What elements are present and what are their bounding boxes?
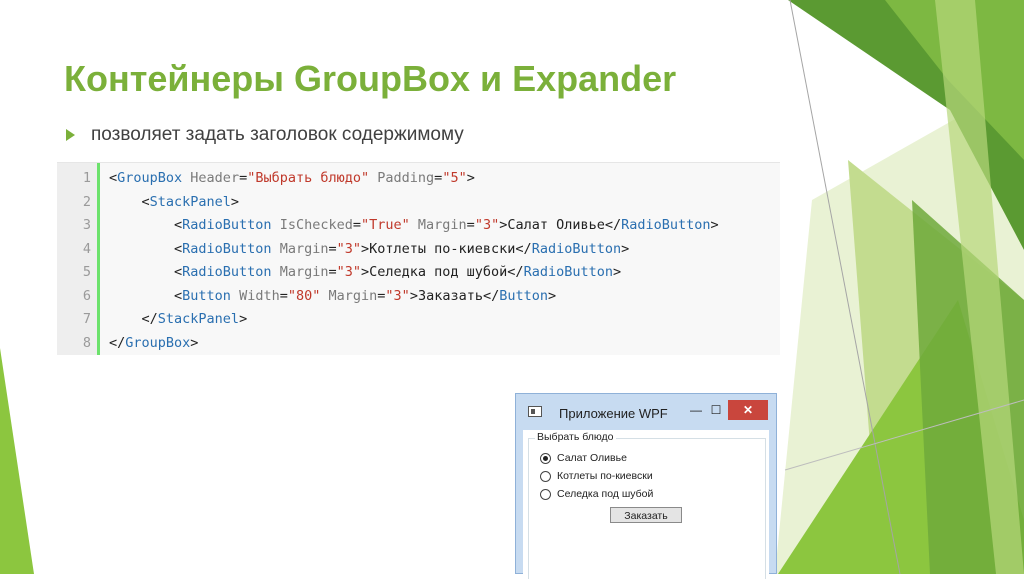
bullet-text: позволяет задать заголовок содержимому xyxy=(91,124,464,145)
window-titlebar[interactable]: Приложение WPF — ☐ ✕ xyxy=(516,394,776,430)
code-text: <Button Width="80" Margin="3">Заказать</… xyxy=(109,287,557,304)
line-number: 7 xyxy=(82,311,91,327)
code-line: 8 </GroupBox> xyxy=(57,332,780,356)
radio-label: Селедка под шубой xyxy=(557,488,654,500)
line-number: 2 xyxy=(82,193,91,210)
line-number: 8 xyxy=(82,334,91,351)
window-app-icon xyxy=(528,406,542,417)
code-line: 6 <Button Width="80" Margin="3">Заказать… xyxy=(57,285,780,309)
left-green-shard xyxy=(0,348,34,574)
code-line: 1 <GroupBox Header="Выбрать блюдо" Paddin… xyxy=(57,167,780,191)
code-text: <RadioButton IsChecked="True" Margin="3"… xyxy=(109,217,719,233)
code-text: <RadioButton Margin="3">Котлеты по-киевс… xyxy=(109,240,630,257)
code-line: 5 <RadioButton Margin="3">Селедка под шу… xyxy=(57,261,780,285)
code-text: <RadioButton Margin="3">Селедка под шубо… xyxy=(109,264,622,280)
line-number: 5 xyxy=(82,264,91,280)
line-number: 6 xyxy=(82,287,91,304)
code-text: <StackPanel> xyxy=(109,193,240,210)
window-title: Приложение WPF xyxy=(559,406,668,421)
window-client-area: Выбрать блюдо Салат Оливье Котлеты по-ки… xyxy=(523,430,769,579)
code-line: 7 </StackPanel> xyxy=(57,308,780,332)
line-number: 3 xyxy=(82,217,91,233)
radio-circle-icon[interactable] xyxy=(540,470,551,482)
maximize-button[interactable]: ☐ xyxy=(706,400,726,420)
slide-title: Контейнеры GroupBox и Expander xyxy=(64,58,677,99)
bullet-item: позволяет задать заголовок содержимому xyxy=(66,124,464,146)
code-text: </StackPanel> xyxy=(109,311,248,327)
bullet-arrow-icon xyxy=(66,129,75,141)
line-number: 1 xyxy=(82,170,91,186)
code-line: 4 <RadioButton Margin="3">Котлеты по-кие… xyxy=(57,238,780,262)
minimize-button[interactable]: — xyxy=(686,400,706,420)
code-text: <GroupBox Header="Выбрать блюдо" Padding… xyxy=(109,170,475,186)
radio-option-3[interactable]: Селедка под шубой xyxy=(540,488,653,500)
radio-circle-icon[interactable] xyxy=(540,488,551,500)
code-line: 3 <RadioButton IsChecked="True" Margin="… xyxy=(57,214,780,238)
radio-circle-icon[interactable] xyxy=(540,452,551,464)
line-number: 4 xyxy=(82,240,91,257)
radio-option-2[interactable]: Котлеты по-киевски xyxy=(540,470,653,482)
radio-option-1[interactable]: Салат Оливье xyxy=(540,452,627,464)
order-button[interactable]: Заказать xyxy=(610,507,682,523)
wpf-window: Приложение WPF — ☐ ✕ Выбрать блюдо Салат… xyxy=(515,393,777,579)
radio-label: Котлеты по-киевски xyxy=(557,470,653,482)
groupbox-header: Выбрать блюдо xyxy=(535,431,616,443)
code-line: 2 <StackPanel> xyxy=(57,191,780,215)
code-text: </GroupBox> xyxy=(109,334,199,351)
close-button[interactable]: ✕ xyxy=(728,400,768,420)
code-block: 1 <GroupBox Header="Выбрать блюдо" Paddin… xyxy=(57,162,780,355)
radio-label: Салат Оливье xyxy=(557,452,627,464)
